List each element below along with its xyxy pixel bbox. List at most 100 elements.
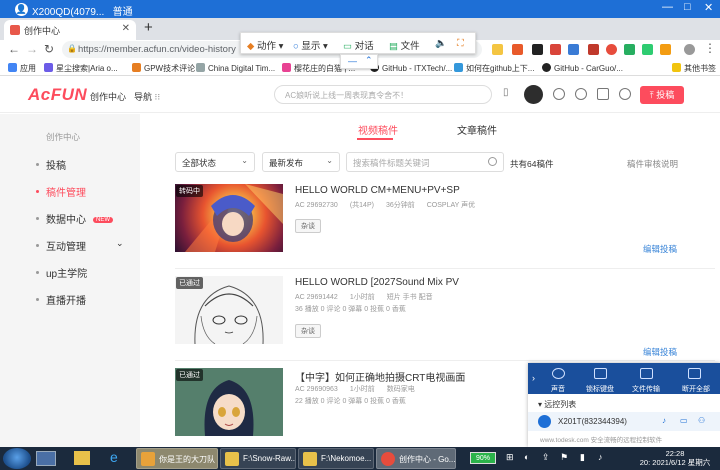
sidebar-item-academy[interactable]: up主学院 bbox=[36, 265, 87, 280]
new-tab-button[interactable]: + bbox=[144, 19, 153, 36]
bookmark-other[interactable]: 其他书签 bbox=[672, 63, 716, 74]
acfun-logo[interactable]: AcFUN bbox=[28, 85, 87, 105]
profile-icon[interactable] bbox=[684, 44, 695, 55]
sort-select[interactable]: 最新发布 ⌄ bbox=[262, 152, 340, 172]
lock-keyboard-button[interactable]: 锁标键盘 bbox=[586, 384, 614, 394]
manuscript-title[interactable]: HELLO WORLD [2027Sound Mix PV bbox=[295, 277, 459, 288]
status-filter-select[interactable]: 全部状态 ⌄ bbox=[175, 152, 255, 172]
collapse-up-icon[interactable]: ⌃ bbox=[365, 55, 373, 66]
star-icon[interactable] bbox=[492, 44, 503, 55]
forward-icon[interactable]: → bbox=[26, 42, 38, 56]
fullscreen-icon[interactable]: ⛶ bbox=[457, 38, 464, 49]
disconnect-all-button[interactable]: 断开全部 bbox=[682, 384, 710, 394]
start-button[interactable] bbox=[3, 448, 31, 469]
display-menu[interactable]: ○ 显示 ▾ bbox=[293, 38, 328, 52]
taskbar-item[interactable]: F:\Nekomoe... bbox=[298, 448, 374, 469]
manuscript-search-input[interactable]: 搜索稿件标题关键词 bbox=[346, 152, 504, 172]
extension-icon[interactable] bbox=[512, 44, 523, 55]
chat-icon[interactable] bbox=[575, 88, 587, 100]
bookmark-item[interactable]: China Digital Tim... bbox=[196, 63, 275, 73]
video-thumbnail[interactable]: 已通过 bbox=[175, 368, 283, 436]
collapse-minus-icon[interactable]: — bbox=[348, 56, 357, 66]
tray-icon[interactable]: ⇪ bbox=[542, 452, 550, 463]
message-icon[interactable] bbox=[553, 88, 565, 100]
browser-tab[interactable]: 创作中心 ✕ bbox=[4, 20, 136, 40]
clock[interactable]: 22:28 20: 2021/6/12 星期六 bbox=[630, 449, 720, 467]
bookmark-item[interactable]: GitHub - ITXTech/... bbox=[370, 63, 452, 73]
desktop-icon[interactable] bbox=[36, 451, 56, 466]
site-search-input[interactable]: AC娘听说上线一周表现真令舍不！ bbox=[274, 85, 492, 104]
tray-icon[interactable]: ⊞ bbox=[506, 452, 514, 463]
extension-icon[interactable] bbox=[568, 44, 579, 55]
sidebar-item-post[interactable]: 投稿 bbox=[36, 157, 66, 172]
bookmark-item[interactable]: 如何在github上下... bbox=[454, 63, 534, 74]
bookmark-apps[interactable]: 应用 bbox=[8, 63, 36, 74]
edit-post-link[interactable]: 编辑投稿 bbox=[643, 346, 677, 358]
bookmark-item[interactable]: GPW技术评论 bbox=[132, 63, 195, 74]
folder-icon[interactable] bbox=[74, 451, 90, 465]
reload-icon[interactable]: ↻ bbox=[44, 42, 54, 56]
home-icon[interactable] bbox=[597, 88, 609, 100]
remote-session-bar: 👤 X200QD(4079... 普通 — □ ✕ bbox=[0, 0, 720, 18]
location-icon[interactable] bbox=[619, 88, 631, 100]
session-title[interactable]: X200QD(4079... 普通 bbox=[32, 3, 133, 18]
tray-icon[interactable]: ◐ bbox=[524, 452, 529, 462]
extension-icon[interactable] bbox=[532, 44, 543, 55]
manuscript-title[interactable]: HELLO WORLD CM+MENU+PV+SP bbox=[295, 185, 460, 196]
menu-dots-icon[interactable]: ⋮ bbox=[704, 41, 716, 55]
remote-list-title[interactable]: ▾ 远控列表 bbox=[538, 399, 576, 410]
mic-icon[interactable]: ♪ bbox=[662, 416, 666, 425]
sidebar-item-manage[interactable]: 稿件管理 bbox=[36, 184, 86, 199]
chat-icon[interactable]: ▭ bbox=[680, 416, 688, 425]
mute-icon[interactable]: 🔈 bbox=[435, 38, 447, 49]
sound-icon bbox=[552, 368, 565, 379]
avatar[interactable] bbox=[524, 85, 543, 104]
action-menu[interactable]: ◆ 动作 ▾ bbox=[247, 38, 283, 52]
file-button[interactable]: ▤ 文件 bbox=[389, 38, 420, 52]
extension-icon[interactable] bbox=[642, 44, 653, 55]
maximize-icon[interactable]: □ bbox=[684, 1, 691, 13]
tab-close-icon[interactable]: ✕ bbox=[122, 23, 130, 34]
network-icon[interactable]: ▮ bbox=[580, 452, 585, 463]
taskbar-item[interactable]: 创作中心 - Go... bbox=[376, 448, 456, 469]
extension-icon[interactable] bbox=[660, 44, 671, 55]
extension-icon[interactable] bbox=[550, 44, 561, 55]
file-transfer-button[interactable]: 文件传输 bbox=[632, 384, 660, 394]
tab-article[interactable]: 文章稿件 bbox=[457, 122, 497, 137]
battery-indicator[interactable]: 90% bbox=[470, 452, 496, 464]
ie-icon[interactable]: e bbox=[110, 449, 118, 465]
sidebar-item-interaction[interactable]: 互动管理 ⌄ bbox=[36, 238, 124, 253]
close-icon[interactable]: ✕ bbox=[704, 1, 713, 14]
sound-button[interactable]: 声音 bbox=[551, 384, 565, 394]
edit-post-link[interactable]: 编辑投稿 bbox=[643, 243, 677, 255]
back-icon[interactable]: ← bbox=[8, 42, 20, 56]
extension-icon[interactable] bbox=[624, 44, 635, 55]
volume-icon[interactable]: ♪ bbox=[598, 452, 603, 462]
remote-device-row[interactable]: X201T(832344394) ♪ ▭ ⚇ bbox=[528, 412, 720, 431]
manuscript-title[interactable]: 【中字】如何正确地拍摄CRT电视画面 bbox=[295, 369, 465, 384]
search-icon[interactable] bbox=[488, 157, 497, 166]
taskbar-item[interactable]: F:\Snow-Raw... bbox=[220, 448, 296, 469]
taskbar-item[interactable]: 你是王的大刀队 bbox=[136, 448, 218, 469]
nav-guide[interactable]: 导航 ⁝⁝ bbox=[134, 90, 160, 103]
tab-video[interactable]: 视频稿件 bbox=[358, 122, 398, 137]
phone-icon[interactable]: ▯ bbox=[503, 87, 509, 98]
tray-icon[interactable]: ⚑ bbox=[560, 452, 568, 463]
manuscript-item: 转码中 HELLO WORLD CM+MENU+PV+SP AC 2969273… bbox=[175, 184, 715, 272]
keyboard-icon bbox=[594, 368, 607, 379]
minimize-icon[interactable]: — bbox=[662, 1, 673, 13]
review-note-link[interactable]: 稿件审核说明 bbox=[627, 158, 678, 170]
chat-button[interactable]: ▭ 对话 bbox=[343, 38, 374, 52]
extension-icon[interactable] bbox=[588, 44, 599, 55]
user-icon[interactable]: ⚇ bbox=[698, 416, 705, 425]
nav-creator-center[interactable]: 创作中心 bbox=[90, 90, 126, 103]
sidebar-item-data[interactable]: 数据中心 NEW bbox=[36, 211, 113, 226]
sidebar-item-live[interactable]: 直播开播 bbox=[36, 292, 86, 307]
video-thumbnail[interactable]: 转码中 bbox=[175, 184, 283, 252]
video-thumbnail[interactable]: 已通过 bbox=[175, 276, 283, 344]
bookmark-item[interactable]: GitHub - CarGuo/... bbox=[542, 63, 623, 73]
bookmark-item[interactable]: 星尘搜索|Aria o... bbox=[44, 63, 118, 74]
chevron-right-icon[interactable]: › bbox=[532, 373, 535, 383]
extension-icon[interactable] bbox=[606, 44, 617, 55]
post-button[interactable]: ⤒ 投稿 bbox=[640, 86, 684, 104]
